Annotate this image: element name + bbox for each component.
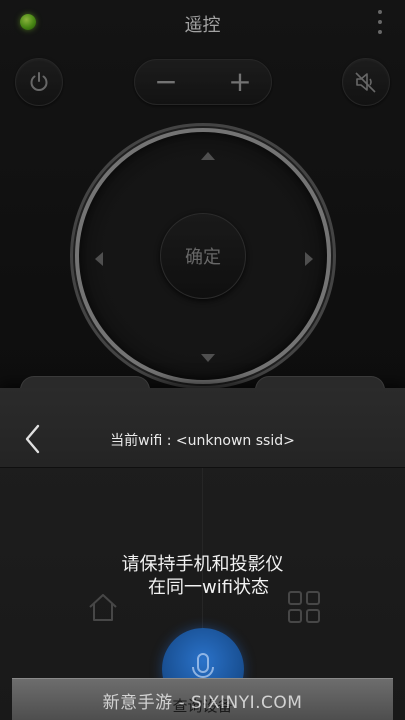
query-device-button[interactable]: 查询设备 bbox=[12, 678, 393, 720]
current-wifi-label: 当前wifi : <unknown ssid> bbox=[110, 433, 295, 449]
hint-line-1: 请保持手机和投影仪 bbox=[121, 554, 284, 575]
hint-line-2: 在同一wifi状态 bbox=[147, 577, 270, 598]
sheet-header: 当前wifi : <unknown ssid> bbox=[0, 388, 405, 468]
same-wifi-hint: 请保持手机和投影仪 在同一wifi状态 bbox=[0, 553, 405, 599]
device-search-sheet: 当前wifi : <unknown ssid> 请保持手机和投影仪 在同一wif… bbox=[0, 376, 405, 720]
query-device-label: 查询设备 bbox=[172, 697, 233, 715]
